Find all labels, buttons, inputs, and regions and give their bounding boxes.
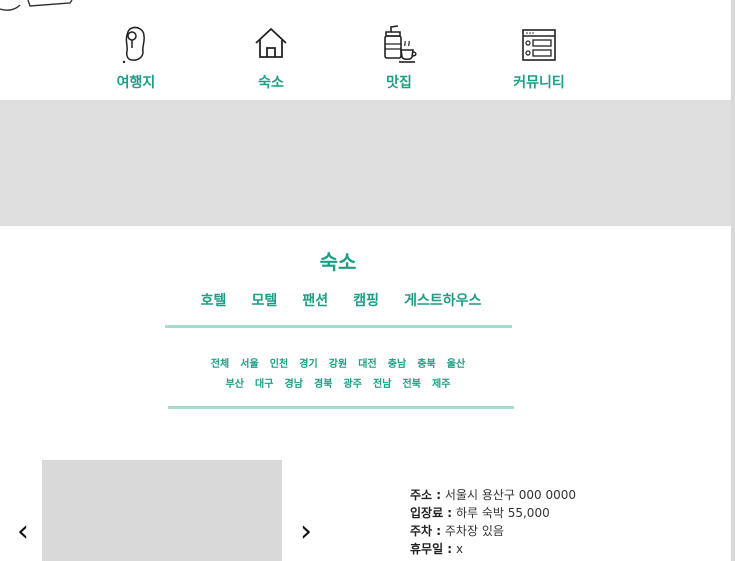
- carousel-image-placeholder: [42, 460, 282, 561]
- tab-hotel[interactable]: 호텔: [201, 290, 227, 310]
- nav-label-travel: 여행지: [116, 75, 156, 91]
- nav-label-lodging: 숙소: [258, 75, 284, 91]
- region-gyeonggi[interactable]: 경기: [299, 355, 317, 370]
- region-chungnam[interactable]: 충남: [388, 355, 406, 370]
- region-gangwon[interactable]: 강원: [329, 355, 347, 370]
- divider-top: [165, 325, 512, 328]
- carousel-next-button[interactable]: ›: [295, 514, 317, 550]
- info-fee: 입장료 : 하루 숙박 55,000: [410, 504, 710, 522]
- nav-item-community[interactable]: 커뮤니티: [479, 24, 599, 92]
- nav-item-lodging[interactable]: 숙소: [211, 24, 331, 92]
- region-gyeongnam[interactable]: 경남: [285, 375, 303, 390]
- lodging-info: 주소 : 서울시 용산구 000 0000 입장료 : 하루 숙박 55,000…: [410, 486, 710, 558]
- info-closed-label: 휴무일 :: [410, 542, 453, 556]
- region-seoul[interactable]: 서울: [240, 355, 258, 370]
- region-ulsan[interactable]: 울산: [447, 355, 465, 370]
- info-parking-label: 주차 :: [410, 524, 442, 538]
- carousel-prev-button[interactable]: ‹: [12, 514, 34, 550]
- tab-motel[interactable]: 모텔: [252, 290, 278, 310]
- tab-guesthouse[interactable]: 게스트하우스: [404, 290, 481, 310]
- house-icon: [255, 28, 287, 58]
- nav-label-community: 커뮤니티: [513, 75, 565, 91]
- board-list-icon: [522, 29, 556, 61]
- nav-item-food[interactable]: 맛집: [339, 24, 459, 92]
- section-title: 숙소: [319, 250, 357, 274]
- info-fee-value: 하루 숙박 55,000: [455, 506, 550, 520]
- info-parking-value: 주차장 있음: [444, 524, 504, 538]
- region-daejeon[interactable]: 대전: [358, 355, 376, 370]
- region-gyeongbuk[interactable]: 경북: [314, 375, 332, 390]
- tab-camping[interactable]: 캠핑: [353, 290, 379, 310]
- info-address-label: 주소 :: [410, 488, 442, 502]
- divider-bottom: [168, 406, 514, 409]
- korea-map-pin-icon: [122, 26, 145, 64]
- region-incheon[interactable]: 인천: [270, 355, 288, 370]
- nav-label-food: 맛집: [386, 75, 412, 91]
- info-address-value: 서울시 용산구 000 0000: [444, 488, 577, 502]
- category-tabs: 호텔 모텔 팬션 캠핑 게스트하우스: [0, 290, 682, 310]
- region-chungbuk[interactable]: 충북: [417, 355, 435, 370]
- region-busan[interactable]: 부산: [226, 375, 244, 390]
- region-row-2: 부산 대구 경남 경북 광주 전남 전북 제주: [0, 372, 676, 391]
- region-jeonbuk[interactable]: 전북: [403, 375, 421, 390]
- tab-pension[interactable]: 팬션: [302, 290, 328, 310]
- info-closed-value: x: [455, 542, 464, 556]
- banner-placeholder: [0, 100, 731, 226]
- region-jeonnam[interactable]: 전남: [373, 375, 391, 390]
- info-closed: 휴무일 : x: [410, 540, 710, 558]
- logo-fragment: [0, 0, 73, 11]
- info-address: 주소 : 서울시 용산구 000 0000: [410, 486, 710, 504]
- info-fee-label: 입장료 :: [410, 506, 453, 520]
- nav-item-travel[interactable]: 여행지: [76, 24, 196, 92]
- coffee-cup-icon: [384, 25, 417, 63]
- region-jeju[interactable]: 제주: [432, 375, 450, 390]
- region-daegu[interactable]: 대구: [255, 375, 273, 390]
- region-all[interactable]: 전체: [211, 355, 229, 370]
- page-edge: [731, 0, 735, 561]
- region-gwangju[interactable]: 광주: [344, 375, 362, 390]
- info-parking: 주차 : 주차장 있음: [410, 522, 710, 540]
- region-row-1: 전체 서울 인천 경기 강원 대전 충남 충북 울산: [0, 352, 676, 371]
